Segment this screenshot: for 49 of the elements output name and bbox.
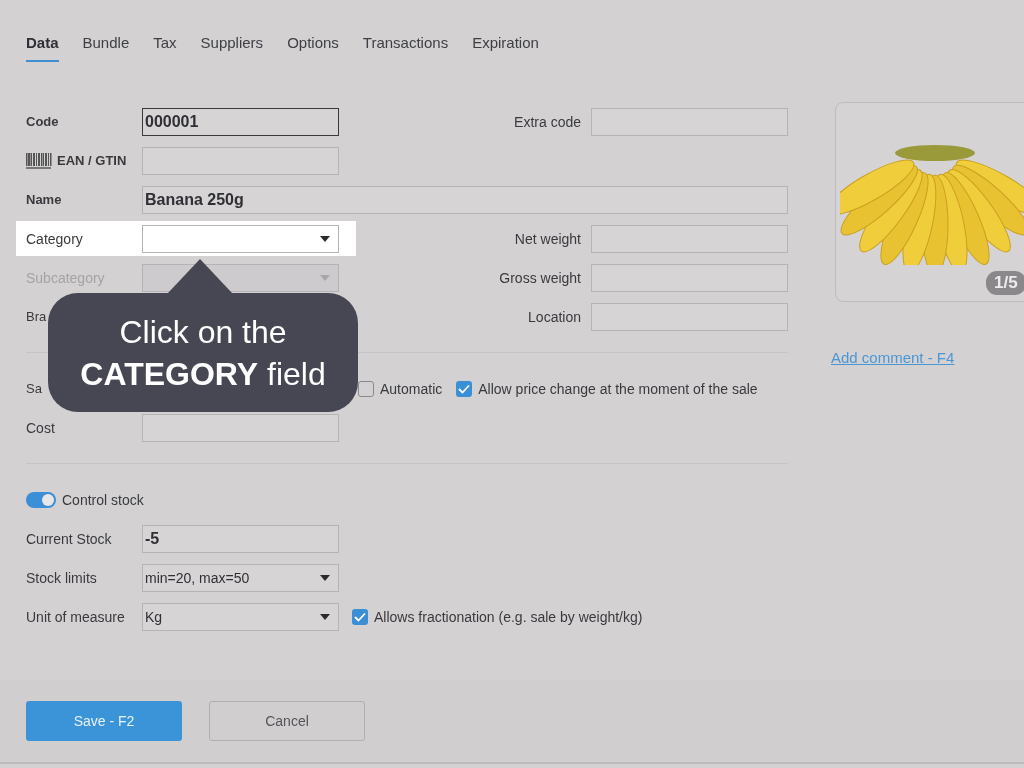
- text-field[interactable]: [591, 263, 788, 292]
- text-field[interactable]: [142, 413, 339, 442]
- tab[interactable]: Expiration: [472, 34, 539, 62]
- field-label: Unit of measure: [26, 608, 126, 625]
- barcode-icon: [26, 152, 52, 169]
- field-label: Location: [527, 308, 582, 325]
- tab[interactable]: Bundle: [82, 34, 130, 62]
- field-label: Current Stock: [26, 530, 113, 547]
- checkbox-label: Automatic: [380, 380, 443, 397]
- field-label: Bra: [26, 309, 47, 324]
- text-field[interactable]: -5: [142, 524, 339, 553]
- text-field[interactable]: [591, 224, 788, 253]
- caret-icon: [320, 235, 330, 242]
- field-label: Stock limits: [26, 569, 98, 586]
- checkbox-label: Allow price change at the moment of the sale: [478, 380, 758, 397]
- toggle-switch[interactable]: [26, 491, 56, 508]
- toggle-label: Control stock: [62, 491, 144, 508]
- dropdown-field[interactable]: min=20, max=50: [142, 563, 339, 592]
- text-field[interactable]: Banana 250g: [142, 185, 788, 214]
- field-label: Net weight: [513, 230, 582, 247]
- caret-icon: [320, 574, 330, 581]
- text-field[interactable]: [142, 146, 339, 175]
- dropdown-field[interactable]: [142, 224, 339, 253]
- tooltip-text: Click on the CATEGORY field: [79, 312, 327, 394]
- checkbox[interactable]: [352, 608, 368, 625]
- cancel-button[interactable]: Cancel: [209, 701, 365, 741]
- caret-icon: [320, 274, 330, 281]
- image-counter: 1/5: [986, 271, 1024, 295]
- text-field[interactable]: [591, 302, 788, 331]
- dropdown-field[interactable]: Kg: [142, 602, 339, 631]
- checkbox-label: Allows fractionation (e.g. sale by weight/kg): [374, 608, 643, 625]
- field-label: Name: [26, 192, 63, 207]
- tab[interactable]: Options: [287, 34, 339, 62]
- tab[interactable]: Suppliers: [200, 34, 264, 62]
- tab[interactable]: Tax: [153, 34, 177, 62]
- field-label: Sa: [26, 381, 42, 396]
- text-field[interactable]: [591, 107, 788, 136]
- text-field[interactable]: 000001: [142, 107, 339, 136]
- checkbox[interactable]: [358, 380, 374, 397]
- tab[interactable]: Data: [26, 34, 59, 62]
- field-label: Gross weight: [498, 269, 582, 286]
- field-label: Extra code: [513, 113, 582, 130]
- field-label: EAN / GTIN: [57, 153, 127, 168]
- field-label: Cost: [26, 419, 56, 436]
- field-label: Code: [26, 114, 60, 129]
- tab[interactable]: Transactions: [362, 34, 449, 62]
- field-label: Category: [26, 230, 84, 247]
- caret-icon: [320, 613, 330, 620]
- checkbox[interactable]: [456, 380, 473, 397]
